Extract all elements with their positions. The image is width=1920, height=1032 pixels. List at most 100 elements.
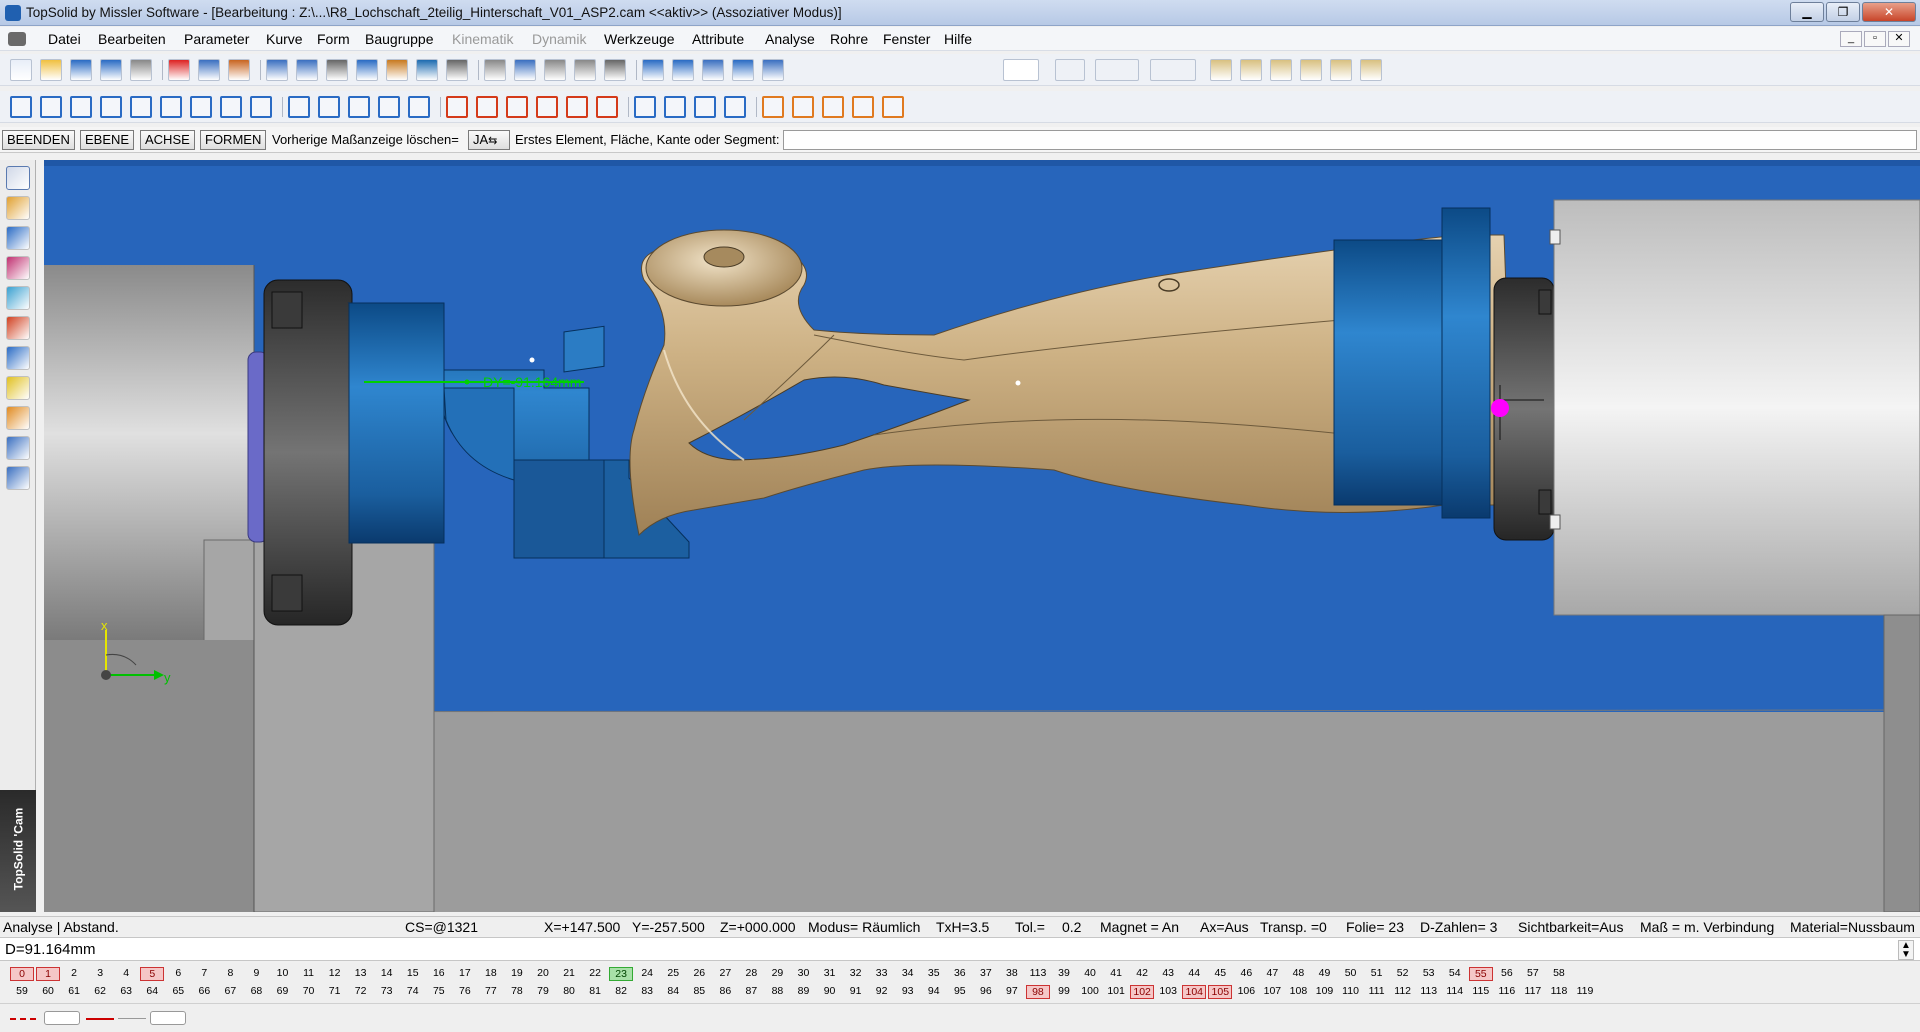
layer-116[interactable]: 116	[1495, 985, 1519, 999]
layer-99[interactable]: 99	[1052, 985, 1076, 999]
layer-22[interactable]: 22	[583, 967, 607, 981]
layer-28[interactable]: 28	[739, 967, 763, 981]
layer-43[interactable]: 43	[1156, 967, 1180, 981]
cubes-icon[interactable]	[6, 346, 30, 370]
star-icon[interactable]	[6, 376, 30, 400]
offset-icon[interactable]	[506, 96, 528, 118]
layer-1[interactable]: 1	[36, 967, 61, 981]
layer-12[interactable]: 12	[323, 967, 347, 981]
point-style-selector[interactable]	[1055, 59, 1085, 81]
rectangle-icon[interactable]	[130, 96, 152, 118]
menu-attribute[interactable]: Attribute	[692, 31, 744, 47]
layer-23[interactable]: 23	[609, 967, 634, 981]
maximize-button[interactable]: ❐	[1826, 2, 1860, 22]
hatch-selector[interactable]	[1150, 59, 1196, 81]
dash-style-icon[interactable]	[10, 1018, 38, 1020]
layer-92[interactable]: 92	[870, 985, 894, 999]
layer-36[interactable]: 36	[948, 967, 972, 981]
layer-114[interactable]: 114	[1443, 985, 1467, 999]
layer-18[interactable]: 18	[479, 967, 503, 981]
layer-63[interactable]: 63	[114, 985, 138, 999]
layer-64[interactable]: 64	[140, 985, 164, 999]
layer-85[interactable]: 85	[687, 985, 711, 999]
layer-117[interactable]: 117	[1521, 985, 1545, 999]
table-icon[interactable]	[882, 96, 904, 118]
layer-5[interactable]: 5	[140, 967, 165, 981]
layer-93[interactable]: 93	[896, 985, 920, 999]
layer-91[interactable]: 91	[844, 985, 868, 999]
layer-2[interactable]: 2	[62, 967, 86, 981]
layer-40[interactable]: 40	[1078, 967, 1102, 981]
save-icon[interactable]	[70, 59, 92, 81]
layer-101[interactable]: 101	[1104, 985, 1128, 999]
layer-9[interactable]: 9	[244, 967, 268, 981]
layer-20[interactable]: 20	[531, 967, 555, 981]
layer-62[interactable]: 62	[88, 985, 112, 999]
menu-parameter[interactable]: Parameter	[184, 31, 249, 47]
layer-90[interactable]: 90	[818, 985, 842, 999]
layer-98[interactable]: 98	[1025, 985, 1050, 999]
layer-105[interactable]: 105	[1208, 985, 1233, 999]
layer-39[interactable]: 39	[1052, 967, 1076, 981]
layer-76[interactable]: 76	[453, 985, 477, 999]
solid-style-icon[interactable]	[86, 1018, 114, 1020]
layer-94[interactable]: 94	[922, 985, 946, 999]
render-icon[interactable]	[296, 59, 318, 81]
layer-73[interactable]: 73	[375, 985, 399, 999]
move-icon[interactable]	[702, 59, 724, 81]
layer-111[interactable]: 111	[1365, 985, 1389, 999]
hexagon-icon[interactable]	[250, 96, 272, 118]
doc-minimize-button[interactable]: _	[1840, 31, 1862, 47]
hammer-icon[interactable]	[356, 59, 378, 81]
layer-112[interactable]: 112	[1391, 985, 1415, 999]
layer-4[interactable]: 4	[114, 967, 138, 981]
info-icon[interactable]	[1330, 59, 1352, 81]
trim-icon[interactable]	[514, 59, 536, 81]
new-icon[interactable]	[10, 59, 32, 81]
layer-35[interactable]: 35	[922, 967, 946, 981]
layer-42[interactable]: 42	[1130, 967, 1154, 981]
copy-icon[interactable]	[694, 96, 716, 118]
flag-icon[interactable]	[6, 256, 30, 280]
menu-bearbeiten[interactable]: Bearbeiten	[98, 31, 166, 47]
menu-analyse[interactable]: Analyse	[765, 31, 815, 47]
grid-icon[interactable]	[160, 96, 182, 118]
pencil-icon[interactable]	[6, 166, 30, 190]
layer-106[interactable]: 106	[1234, 985, 1258, 999]
cog-icon[interactable]	[386, 59, 408, 81]
hook-icon[interactable]	[566, 96, 588, 118]
layer-54[interactable]: 54	[1443, 967, 1467, 981]
refresh-icon[interactable]	[266, 59, 288, 81]
layer-65[interactable]: 65	[166, 985, 190, 999]
layer-15[interactable]: 15	[401, 967, 425, 981]
layer-78[interactable]: 78	[505, 985, 529, 999]
car-icon[interactable]	[732, 59, 754, 81]
constraint-icon[interactable]	[40, 96, 62, 118]
layer-107[interactable]: 107	[1260, 985, 1284, 999]
layer-3[interactable]: 3	[88, 967, 112, 981]
layer-89[interactable]: 89	[792, 985, 816, 999]
layer-44[interactable]: 44	[1182, 967, 1206, 981]
layer-21[interactable]: 21	[557, 967, 581, 981]
layer-57[interactable]: 57	[1521, 967, 1545, 981]
open-icon[interactable]	[40, 59, 62, 81]
layer-34[interactable]: 34	[896, 967, 920, 981]
menu-kurve[interactable]: Kurve	[266, 31, 303, 47]
chamfer-icon[interactable]	[476, 96, 498, 118]
palette-icon[interactable]	[1270, 59, 1292, 81]
project-icon[interactable]	[664, 96, 686, 118]
layer-67[interactable]: 67	[218, 985, 242, 999]
fillet-icon[interactable]	[446, 96, 468, 118]
layer-31[interactable]: 31	[818, 967, 842, 981]
layer-45[interactable]: 45	[1208, 967, 1232, 981]
menu-kinematik[interactable]: Kinematik	[452, 31, 513, 47]
doc-restore-button[interactable]: ▫	[1864, 31, 1886, 47]
parallel-icon[interactable]	[288, 96, 310, 118]
minimize-button[interactable]: ▁	[1790, 2, 1824, 22]
layer-61[interactable]: 61	[62, 985, 86, 999]
layer-104[interactable]: 104	[1182, 985, 1207, 999]
layer-7[interactable]: 7	[192, 967, 216, 981]
layer-81[interactable]: 81	[583, 985, 607, 999]
command-input[interactable]	[783, 130, 1917, 150]
scale-icon[interactable]	[634, 96, 656, 118]
